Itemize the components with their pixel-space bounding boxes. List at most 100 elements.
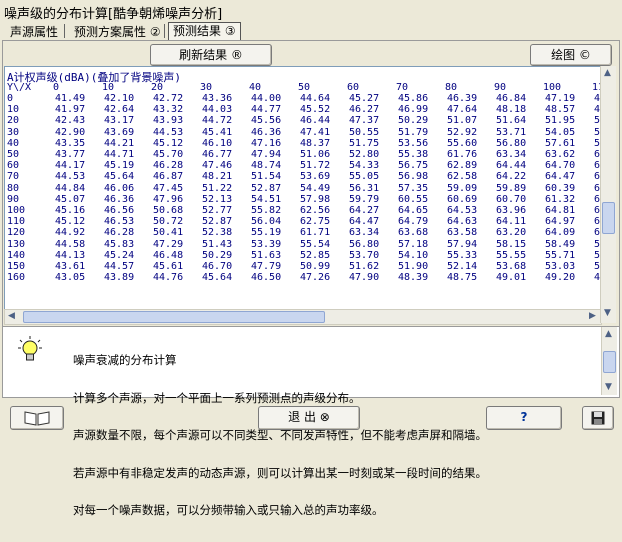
table-cell: 47.29: [153, 238, 184, 250]
table-cell: 46.87: [153, 171, 184, 183]
table-cell: 64.81: [545, 205, 576, 216]
table-cell: 48.57: [545, 104, 576, 116]
manual-button[interactable]: [10, 406, 64, 430]
table-cell: 42.90: [55, 126, 86, 138]
table-cell: 51.79: [398, 126, 429, 138]
table-cell: 43.61: [55, 261, 86, 272]
table-cell: 55.33: [447, 249, 478, 261]
table-cell: 45.83: [104, 238, 135, 250]
scroll-left-arrow-icon[interactable]: ◀: [8, 311, 15, 321]
table-cell: 47.94: [251, 149, 282, 160]
table-cell: 56.98: [398, 171, 429, 183]
table-cell: 45.61: [153, 261, 184, 272]
grid-column-header: 20: [151, 82, 164, 93]
help-button[interactable]: ?: [486, 406, 562, 430]
row-y-label: 20: [7, 115, 20, 127]
vertical-scrollbar[interactable]: ▲ ▼: [600, 66, 616, 323]
info-scroll-down-icon[interactable]: ▼: [605, 382, 612, 392]
table-cell: 48.21: [202, 171, 233, 183]
table-cell: 47.90: [349, 272, 380, 284]
table-cell: 46.10: [202, 137, 233, 149]
info-line: 噪声衰减的分布计算: [73, 353, 177, 367]
table-cell: 52.85: [300, 249, 331, 261]
table-cell: 64.53: [447, 205, 478, 216]
table-cell: 43.93: [153, 115, 184, 127]
table-cell: 44.84: [55, 182, 86, 194]
info-scroll-up-icon[interactable]: ▲: [605, 329, 612, 339]
tab-scheme-properties[interactable]: 预测方案属性 ②: [70, 24, 165, 40]
info-line: 若声源中有非稳定发声的动态声源，则可以计算出某一时刻或某一段时间的结果。: [73, 465, 487, 480]
table-cell: 52.87: [251, 182, 282, 194]
table-cell: 46.77: [202, 149, 233, 160]
save-button[interactable]: [582, 406, 614, 430]
table-cell: 42.72: [153, 93, 184, 104]
tab-bar: 声源属性 预测方案属性 ② 预测结果 ③: [4, 22, 618, 41]
table-cell: 49.20: [545, 272, 576, 284]
info-text: 噪声衰减的分布计算 计算多个声源，对一个平面上一系列预测点的声级分布。 声源数量…: [73, 329, 487, 542]
floppy-disk-icon: [591, 411, 605, 425]
tab-source-properties[interactable]: 声源属性: [6, 24, 62, 40]
table-cell: 50.29: [202, 249, 233, 261]
table-cell: 59.09: [447, 182, 478, 194]
info-scrollbar[interactable]: ▲ ▼: [601, 327, 617, 395]
table-cell: 44.03: [202, 104, 233, 116]
table-cell: 42.64: [104, 104, 135, 116]
table-cell: 60.55: [398, 193, 429, 205]
table-cell: 55.19: [251, 227, 282, 239]
table-cell: 52.14: [447, 261, 478, 272]
info-scroll-thumb[interactable]: [603, 351, 616, 373]
row-y-label: 0: [7, 93, 14, 104]
table-cell: 64.79: [398, 216, 429, 228]
table-cell: 58.49: [545, 238, 576, 250]
table-cell: 46.36: [104, 193, 135, 205]
exit-button[interactable]: 退 出 ⊗: [258, 406, 360, 430]
horizontal-scroll-thumb[interactable]: [23, 311, 325, 323]
table-cell: 51.64: [496, 115, 527, 127]
table-cell: 44.71: [104, 149, 135, 160]
table-cell: 51.90: [398, 261, 429, 272]
row-y-label: 120: [7, 227, 26, 239]
table-cell: 64.65: [398, 205, 429, 216]
row-y-label: 10: [7, 104, 20, 116]
table-cell: 52.38: [202, 227, 233, 239]
row-y-label: 50: [7, 149, 20, 160]
plot-button[interactable]: 绘图 ©: [530, 44, 612, 66]
info-line: 对每一个噪声数据，可以分频带输入或只输入总的声功率级。: [73, 503, 384, 517]
table-cell: 46.56: [104, 205, 135, 216]
vertical-scroll-thumb[interactable]: [602, 202, 615, 234]
table-cell: 46.53: [104, 216, 135, 228]
row-y-label: 30: [7, 126, 20, 138]
table-cell: 48.75: [447, 272, 478, 284]
scroll-up-arrow-icon[interactable]: ▲: [604, 68, 611, 78]
table-cell: 46.27: [349, 104, 380, 116]
table-cell: 52.13: [202, 193, 233, 205]
table-cell: 51.72: [300, 160, 331, 172]
table-cell: 44.17: [55, 160, 86, 172]
table-cell: 51.63: [251, 249, 282, 261]
table-cell: 47.96: [153, 193, 184, 205]
table-cell: 61.76: [447, 149, 478, 160]
window-title: 噪声级的分布计算[酷争朝烯噪声分析]: [4, 7, 223, 22]
table-cell: 53.68: [496, 261, 527, 272]
table-cell: 50.99: [300, 261, 331, 272]
results-grid[interactable]: A计权声级(dBA)(叠加了背景噪声) Y\/X 0 10 20 30 40 50 60 70…: [4, 66, 602, 310]
table-cell: 45.56: [251, 115, 282, 127]
grid-column-header: 80: [445, 82, 458, 93]
table-cell: 45.64: [104, 171, 135, 183]
refresh-results-button[interactable]: 刷新结果 ®: [150, 44, 272, 66]
tab-prediction-results[interactable]: 预测结果 ③: [168, 22, 241, 41]
table-cell: 53.56: [398, 137, 429, 149]
table-cell: 54.10: [398, 249, 429, 261]
table-cell: 52.87: [202, 216, 233, 228]
table-cell: 62.75: [300, 216, 331, 228]
scroll-right-arrow-icon[interactable]: ▶: [589, 311, 596, 321]
table-cell: 43.89: [104, 272, 135, 284]
table-cell: 47.19: [545, 93, 576, 104]
table-cell: 56.80: [349, 238, 380, 250]
grid-column-header: 70: [396, 82, 409, 93]
horizontal-scrollbar[interactable]: ◀ ▶: [4, 309, 602, 325]
scroll-down-arrow-icon[interactable]: ▼: [604, 308, 611, 318]
table-cell: 44.77: [251, 104, 282, 116]
table-cell: 64.27: [349, 205, 380, 216]
bottom-bar: 退 出 ⊗ ?: [0, 400, 622, 435]
